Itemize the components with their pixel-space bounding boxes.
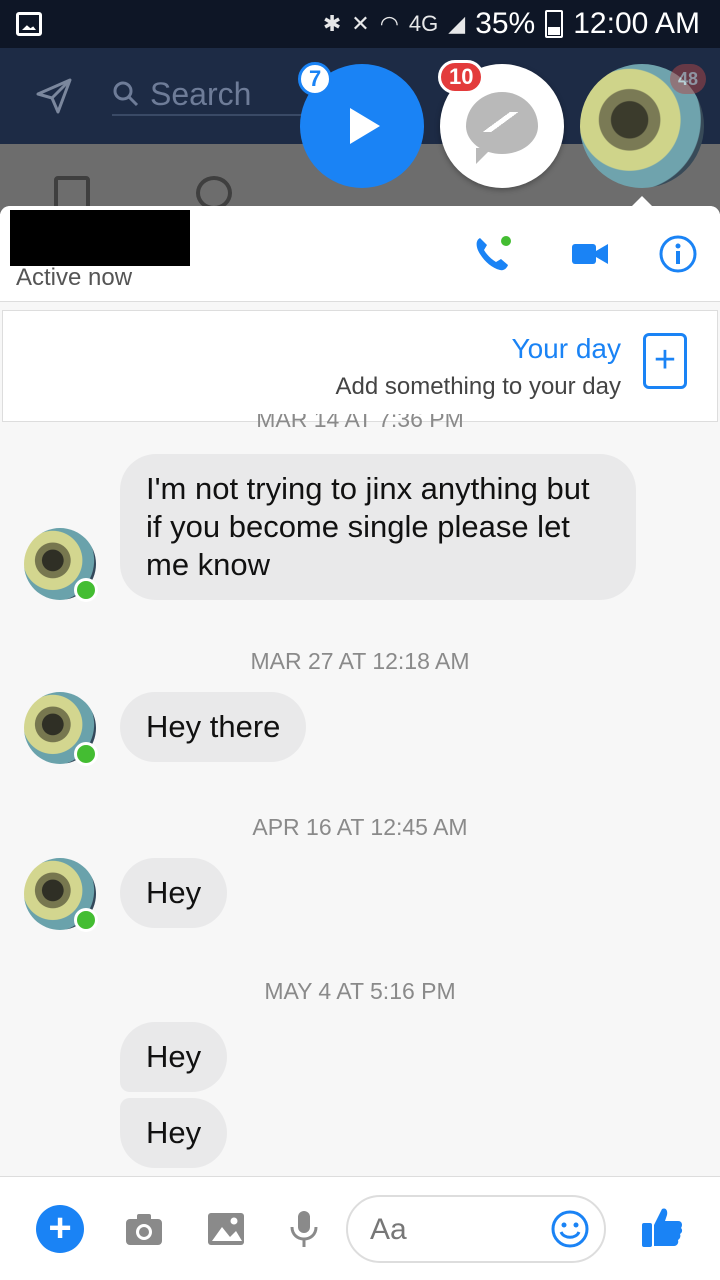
message-input[interactable]: Aa [346, 1195, 606, 1263]
battery-icon [545, 10, 564, 38]
search-icon [113, 81, 139, 107]
timestamp-partial: MAR 14 AT 7:36 PM [256, 414, 464, 432]
screen: ✱ ✕ ◠ 4G ◢ 35% 12:00 AM Search 7 10 48 A… [0, 0, 720, 1280]
contact-name-redacted [10, 210, 190, 266]
bluetooth-icon: ✱ [322, 11, 342, 36]
message-bubble[interactable]: Hey [120, 858, 228, 928]
network-type: 4G [408, 11, 439, 36]
contact-avatar[interactable] [24, 528, 98, 602]
timestamp: MAY 4 AT 5:16 PM [264, 978, 456, 1004]
contact-avatar[interactable] [24, 692, 98, 766]
contact-avatar[interactable] [24, 858, 98, 932]
video-badge: 7 [298, 62, 333, 96]
status-indicators: ✱ ✕ ◠ 4G ◢ 35% 12:00 AM [323, 6, 700, 42]
camera-icon[interactable] [124, 1209, 164, 1249]
like-icon[interactable] [638, 1203, 686, 1251]
composer-bar: + Aa [0, 1176, 720, 1280]
your-day-title: Your day [511, 333, 622, 364]
contact-badge: 48 [670, 64, 707, 94]
chat-header: Active now [0, 206, 720, 302]
microphone-icon[interactable] [284, 1209, 324, 1249]
more-actions-button[interactable]: + [36, 1205, 84, 1253]
online-indicator [74, 742, 98, 766]
chat-panel: Active now Your day Add something to you… [0, 206, 720, 1280]
search-placeholder: Search [150, 75, 252, 112]
info-icon[interactable] [658, 234, 698, 274]
your-day-card[interactable]: Your day Add something to your day + [2, 310, 718, 422]
online-indicator [74, 908, 98, 932]
home-tab-icon [54, 176, 90, 210]
timestamp: APR 16 AT 12:45 AM [252, 814, 468, 840]
message-bubble[interactable]: Hey there [120, 692, 307, 762]
gallery-notification-icon [16, 12, 42, 36]
message-placeholder: Aa [370, 1213, 407, 1246]
messenger-badge: 10 [438, 60, 485, 94]
message-bubble[interactable]: Hey [120, 1098, 228, 1168]
video-call-icon[interactable] [570, 234, 610, 274]
message-bubble[interactable]: I'm not trying to jinx anything but if y… [120, 454, 636, 600]
battery-percent: 35% [475, 7, 536, 40]
timestamp: MAR 27 AT 12:18 AM [250, 648, 470, 674]
clock: 12:00 AM [573, 7, 700, 40]
play-tab-icon [196, 176, 232, 210]
emoji-icon[interactable] [550, 1209, 590, 1249]
add-story-button[interactable]: + [643, 333, 687, 389]
status-bar: ✱ ✕ ◠ 4G ◢ 35% 12:00 AM [0, 0, 720, 48]
online-indicator [74, 578, 98, 602]
your-day-subtitle: Add something to your day [335, 373, 621, 400]
active-status: Active now [16, 264, 133, 291]
message-bubble[interactable]: Hey [120, 1022, 228, 1092]
signal-icon: ◢ [448, 11, 466, 36]
search-input[interactable]: Search [112, 74, 312, 116]
gallery-icon[interactable] [206, 1209, 246, 1249]
messenger-icon [466, 92, 538, 164]
mute-icon: ✕ [351, 11, 370, 36]
phone-call-icon[interactable] [472, 234, 512, 274]
wifi-icon: ◠ [379, 11, 399, 36]
send-icon[interactable] [34, 76, 74, 116]
